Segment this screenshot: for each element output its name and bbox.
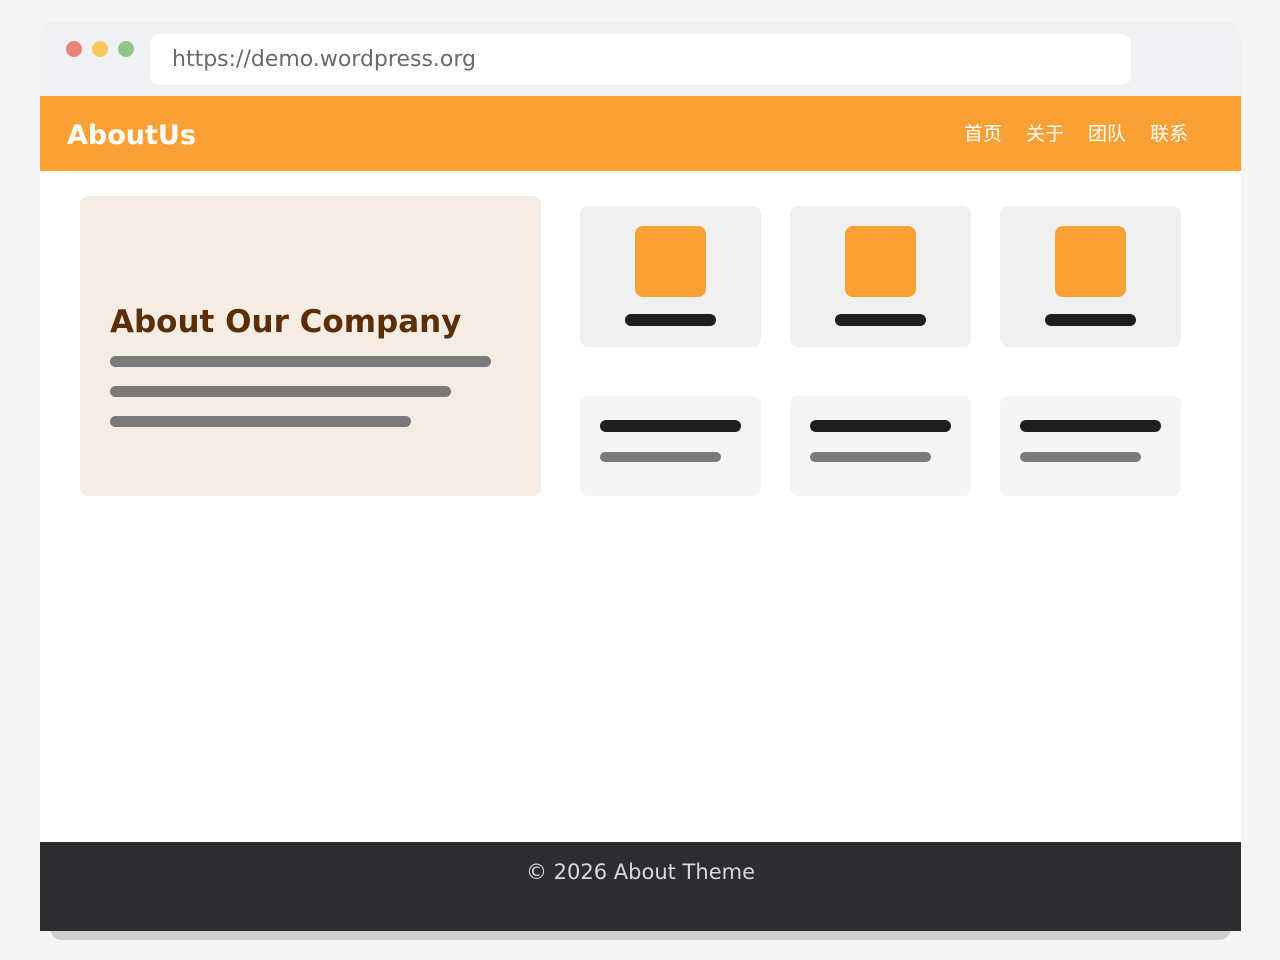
address-bar[interactable]: https://demo.wordpress.org [150,34,1131,85]
feature-image-placeholder [1055,226,1126,297]
feature-title-placeholder [625,314,716,326]
nav-team[interactable]: 团队 [1088,120,1126,148]
nav-about[interactable]: 关于 [1026,120,1064,148]
info-title-placeholder [810,420,951,432]
feature-title-placeholder [1045,314,1136,326]
info-title-placeholder [1020,420,1161,432]
feature-card[interactable] [790,206,971,347]
feature-image-placeholder [845,226,916,297]
feature-card[interactable] [580,206,761,347]
info-card[interactable] [1000,396,1181,496]
nav-contact[interactable]: 联系 [1150,120,1188,148]
info-text-placeholder [1020,452,1141,462]
info-card[interactable] [580,396,761,496]
hero-text-line [110,386,451,397]
hero-title: About Our Company [110,304,462,340]
site-header: AboutUs 首页 关于 团队 联系 [40,96,1241,171]
maximize-window-dot[interactable] [118,41,134,57]
info-text-placeholder [810,452,931,462]
browser-chrome: https://demo.wordpress.org [40,22,1241,96]
browser-window: https://demo.wordpress.org AboutUs 首页 关于… [40,22,1241,931]
info-card[interactable] [790,396,971,496]
feature-image-placeholder [635,226,706,297]
hero-text-line [110,356,491,367]
site-footer: © 2026 About Theme [40,842,1241,931]
site-logo[interactable]: AboutUs [67,96,196,171]
hero-text-line [110,416,411,427]
close-window-dot[interactable] [66,41,82,57]
minimize-window-dot[interactable] [92,41,108,57]
footer-copyright: © 2026 About Theme [526,860,755,884]
hero-panel: About Our Company [80,196,541,496]
feature-title-placeholder [835,314,926,326]
nav-home[interactable]: 首页 [964,120,1002,148]
info-title-placeholder [600,420,741,432]
info-text-placeholder [600,452,721,462]
feature-card[interactable] [1000,206,1181,347]
